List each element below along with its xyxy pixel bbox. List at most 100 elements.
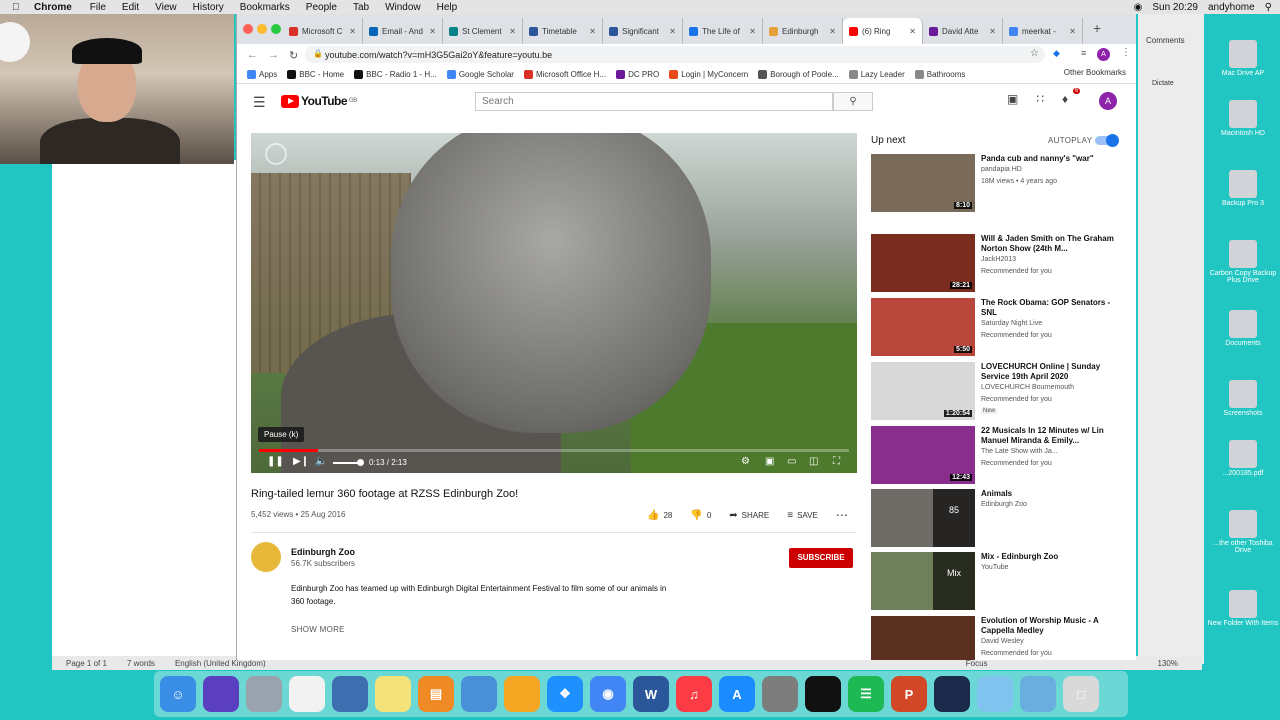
dock-preview-icon[interactable] [461,676,497,712]
dock-safari-icon[interactable]: ❖ [547,676,583,712]
menu-history[interactable]: History [193,2,224,13]
account-avatar[interactable]: A [1099,92,1117,110]
star-icon[interactable]: ☆ [1030,48,1039,59]
close-tab-icon[interactable]: ✕ [1069,27,1076,36]
desktop-item-screenshots[interactable]: Screenshots [1206,380,1280,417]
more-actions-icon[interactable]: ⋯ [836,508,848,522]
dock-quicktime-icon[interactable] [934,676,970,712]
dock-photos-icon[interactable] [504,676,540,712]
subscribe-button[interactable]: SUBSCRIBE [789,548,853,568]
word-document-page[interactable] [52,160,238,670]
tab-the-life-of[interactable]: The Life of ✕ [683,18,763,44]
bookmark-dc-pro[interactable]: DC PRO [616,70,659,79]
wifi-icon[interactable]: ◉ [1134,2,1143,13]
tab-email-and[interactable]: Email - And ✕ [363,18,443,44]
menu-people[interactable]: People [306,2,337,13]
reload-icon[interactable]: ↻ [289,49,298,62]
recommended-video[interactable]: 12:43 22 Musicals In 12 Minutes w/ Lin Ma… [871,426,1127,486]
dock-app-store-icon[interactable]: A [719,676,755,712]
forward-icon[interactable]: → [268,49,279,61]
user-name[interactable]: andyhome [1208,2,1255,13]
menu-file[interactable]: File [90,2,106,13]
apps-grid-icon[interactable]: ∷ [1036,92,1044,106]
dock-system-preferences-icon[interactable] [762,676,798,712]
video-player[interactable]: Pause (k) ❚❚ ▶❙ 🔈 0:13 / 2:13 ⚙ ▣ ▭ ◫ ⛶ [251,133,857,473]
dock-siri-icon[interactable] [203,676,239,712]
channel-name[interactable]: Edinburgh Zoo [291,547,355,557]
video-thumbnail[interactable]: 28:21 [871,234,975,292]
search-icon[interactable]: ⚲ [1265,2,1272,13]
save-button[interactable]: ≡ SAVE [787,510,818,521]
share-button[interactable]: ➦ SHARE [729,510,769,521]
dictate-button[interactable]: Dictate [1152,80,1174,87]
dock-python-icon[interactable] [332,676,368,712]
recommended-video-title[interactable]: Mix - Edinburgh Zoo [981,552,1121,562]
recommended-video-title[interactable]: Panda cub and nanny's "war" [981,154,1121,164]
bookmark-bbc-home[interactable]: BBC - Home [287,70,344,79]
dislike-button[interactable]: 👎 0 [690,510,711,521]
video-thumbnail[interactable]: Mix [871,552,975,610]
close-tab-icon[interactable]: ✕ [509,27,516,36]
close-tab-icon[interactable]: ✕ [909,27,916,36]
tab-timetable[interactable]: Timetable ✕ [523,18,603,44]
comments-button[interactable]: Comments [1146,36,1185,45]
reading-list-icon[interactable]: ≡ [1081,48,1086,58]
recommended-video[interactable]: 5:50 The Rock Obama: GOP Senators - SNL Sa… [871,298,1127,358]
apple-icon[interactable]:  [12,2,20,13]
recommended-video[interactable]: Mix Mix - Edinburgh Zoo YouTube [871,552,1127,612]
dock-reminders-icon[interactable] [289,676,325,712]
close-tab-icon[interactable]: ✕ [669,27,676,36]
pause-icon[interactable]: ❚❚ [267,456,284,467]
dock-chrome-icon[interactable]: ◉ [590,676,626,712]
recommended-video[interactable]: 28:21 Will & Jaden Smith on The Graham No… [871,234,1127,294]
clock[interactable]: Sun 20:29 [1152,2,1198,13]
tab-meerkat[interactable]: meerkat - ✕ [1003,18,1083,44]
360-compass-icon[interactable] [265,143,287,165]
dock-trash-icon[interactable]: □ [1063,676,1099,712]
other-bookmarks[interactable]: Other Bookmarks [1064,68,1126,77]
desktop-item-macintosh-hd[interactable]: Macintosh HD [1206,100,1280,137]
dock-launchpad-icon[interactable] [246,676,282,712]
video-thumbnail[interactable]: 85 [871,489,975,547]
close-tab-icon[interactable]: ✕ [989,27,996,36]
desktop-item-mac-drive-ap[interactable]: Mac Drive AP [1206,40,1280,77]
like-button[interactable]: 👍 28 [647,510,672,521]
desktop-item-backup-pro-3[interactable]: Backup Pro 3 [1206,170,1280,207]
video-thumbnail[interactable]: 12:43 [871,426,975,484]
dock-word-icon[interactable]: W [633,676,669,712]
bookmark-google-scholar[interactable]: Google Scholar [446,70,514,79]
recommended-video[interactable]: 85 Animals Edinburgh Zoo [871,489,1127,549]
video-thumbnail[interactable]: 1:20:54 [871,362,975,420]
fullscreen-icon[interactable]: ⛶ [833,456,840,467]
theater-mode-icon[interactable]: ▭ [787,456,796,467]
bookmark-apps[interactable]: Apps [247,70,277,79]
maximize-window-button[interactable] [271,24,281,34]
cast-icon[interactable]: ◫ [809,456,818,467]
desktop-item-200185-pdf[interactable]: ...200185.pdf [1206,440,1280,477]
close-tab-icon[interactable]: ✕ [749,27,756,36]
tab-6-ring[interactable]: (6) Ring ✕ [843,18,923,44]
minimize-window-button[interactable] [257,24,267,34]
notifications-bell-icon[interactable]: ♦ [1062,92,1068,106]
bookmark-microsoft-office-h[interactable]: Microsoft Office H... [523,70,606,79]
recommended-video-title[interactable]: Evolution of Worship Music - A Cappella … [981,616,1121,636]
tab-david-atte[interactable]: David Atte ✕ [923,18,1003,44]
recommended-video-title[interactable]: Will & Jaden Smith on The Graham Norton … [981,234,1121,254]
recommended-video-title[interactable]: LOVECHURCH Online | Sunday Service 19th … [981,362,1121,382]
url-text[interactable]: youtube.com/watch?v=mH3G5Gai2oY&feature=… [325,50,552,60]
search-button[interactable]: ⚲ [833,92,873,111]
dock-music-icon[interactable]: ♫ [676,676,712,712]
close-tab-icon[interactable]: ✕ [429,27,436,36]
profile-avatar[interactable]: A [1097,48,1110,61]
menu-edit[interactable]: Edit [122,2,139,13]
desktop-item-carbon-copy-backup-plus-drive[interactable]: Carbon Copy Backup Plus Drive [1206,240,1280,284]
zoom-level[interactable]: 130% [1158,659,1178,668]
dock-folder-icon[interactable] [1020,676,1056,712]
dock-downloads-icon[interactable] [977,676,1013,712]
lock-icon[interactable]: 🔒 [313,49,323,58]
bookmark-borough-of-poole[interactable]: Borough of Poole... [758,70,839,79]
recommended-video[interactable]: 8:10 Panda cub and nanny's "war" pandapia … [871,154,1127,214]
miniplayer-icon[interactable]: ▣ [765,456,774,467]
close-tab-icon[interactable]: ✕ [349,27,356,36]
desktop-item-new-folder-with-items[interactable]: New Folder With Items [1206,590,1280,627]
